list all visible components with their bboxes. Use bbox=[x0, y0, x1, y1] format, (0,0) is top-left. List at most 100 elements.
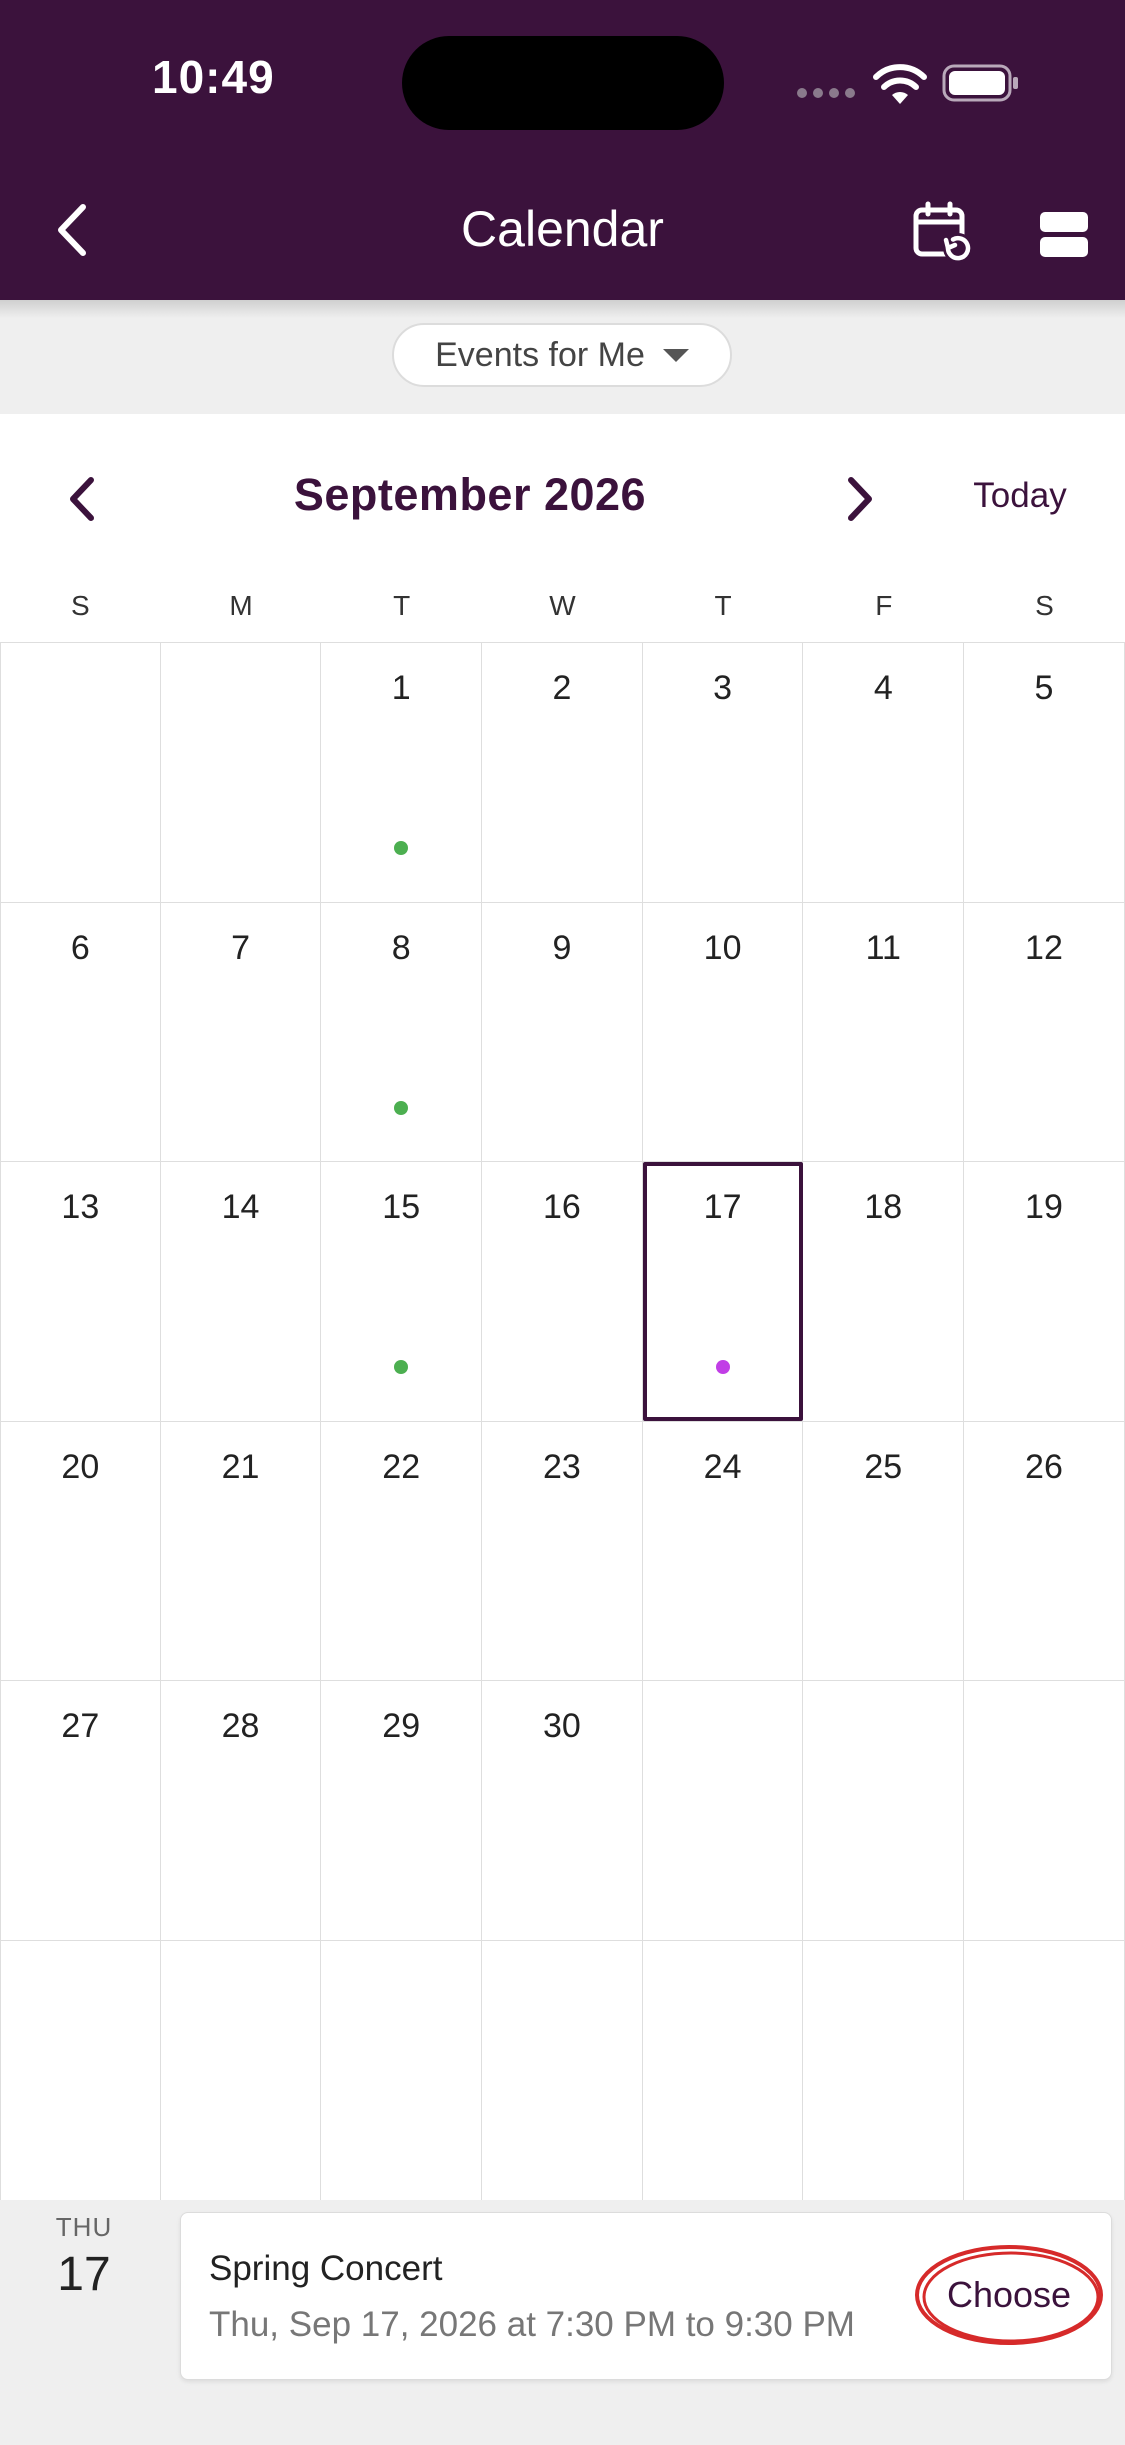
calendar-day-cell[interactable]: 24 bbox=[643, 1421, 804, 1681]
calendar-day-number: 6 bbox=[70, 928, 90, 967]
calendar-day-cell[interactable]: 17 bbox=[642, 1162, 804, 1421]
event-time: Thu, Sep 17, 2026 at 7:30 PM to 9:30 PM bbox=[209, 2305, 855, 2344]
calendar-empty-cell bbox=[161, 1940, 322, 2200]
calendar-week-row: 6 7 8 9 10 11 12 bbox=[0, 901, 1125, 1162]
chevron-right-icon bbox=[848, 477, 872, 521]
calendar-day-number: 13 bbox=[61, 1188, 100, 1227]
calendar-week-row: 20 21 22 23 24 25 26 bbox=[0, 1420, 1125, 1681]
calendar-empty-cell bbox=[0, 643, 161, 902]
calendar-day-number: 2 bbox=[552, 669, 572, 707]
chevron-left-icon bbox=[70, 477, 94, 521]
calendar-day-cell[interactable]: 13 bbox=[0, 1162, 161, 1421]
calendar-day-cell[interactable]: 4 bbox=[803, 643, 965, 902]
view-toggle-icon bbox=[1040, 212, 1088, 257]
weekday-label: S bbox=[1035, 590, 1054, 621]
events-filter-dropdown[interactable]: Events for Me bbox=[392, 323, 732, 387]
weekday-label: F bbox=[875, 590, 893, 621]
month-label: September 2026 bbox=[293, 469, 647, 520]
calendar-week-row: 27 28 29 30 bbox=[0, 1680, 1125, 1940]
calendar-empty-cell bbox=[161, 643, 322, 902]
calendar-day-number: 10 bbox=[703, 928, 742, 967]
calendar-day-cell[interactable]: 23 bbox=[482, 1421, 643, 1681]
calendar-day-cell[interactable]: 6 bbox=[0, 902, 161, 1162]
calendar-week-row: 1 2 3 4 5 bbox=[0, 642, 1125, 902]
calendar-day-cell[interactable]: 21 bbox=[161, 1421, 322, 1681]
calendar-day-cell[interactable]: 11 bbox=[803, 902, 965, 1162]
calendar-day-number: 8 bbox=[391, 928, 411, 967]
calendar-day-cell[interactable]: 12 bbox=[964, 902, 1125, 1162]
calendar-empty-cell bbox=[643, 1681, 804, 1940]
selected-day-label: THU 17 bbox=[34, 2212, 134, 2302]
calendar-day-number: 12 bbox=[1025, 928, 1063, 967]
calendar-empty-cell bbox=[0, 1940, 161, 2200]
weekday-label: S bbox=[71, 590, 90, 621]
event-dot-indicator bbox=[394, 1360, 409, 1375]
calendar-empty-cell bbox=[803, 1681, 965, 1940]
calendar-day-cell[interactable]: 15 bbox=[321, 1162, 483, 1421]
calendar-week-row bbox=[0, 1939, 1125, 2200]
calendar-day-cell[interactable]: 14 bbox=[161, 1162, 322, 1421]
calendar-day-cell[interactable]: 7 bbox=[161, 902, 322, 1162]
calendar-empty-cell bbox=[964, 1681, 1125, 1940]
calendar-day-number: 15 bbox=[382, 1188, 421, 1227]
caret-down-icon bbox=[662, 348, 689, 362]
calendar-day-number: 17 bbox=[703, 1188, 742, 1227]
calendar-day-cell[interactable]: 5 bbox=[964, 643, 1125, 902]
calendar-day-number: 22 bbox=[382, 1447, 421, 1486]
previous-month-button[interactable] bbox=[52, 464, 112, 534]
selected-day-number: 17 bbox=[57, 2248, 111, 2301]
calendar-day-cell[interactable]: 9 bbox=[482, 902, 643, 1162]
status-time: 10:49 bbox=[152, 51, 275, 103]
calendar-day-cell[interactable]: 8 bbox=[321, 902, 483, 1162]
event-card[interactable]: Spring Concert Thu, Sep 17, 2026 at 7:30… bbox=[180, 2212, 1112, 2380]
calendar-refresh-button[interactable] bbox=[912, 200, 978, 266]
view-toggle-button[interactable] bbox=[1036, 206, 1092, 262]
calendar-day-number: 16 bbox=[542, 1188, 581, 1227]
calendar-day-number: 18 bbox=[864, 1188, 903, 1227]
choose-button-label: Choose bbox=[946, 2274, 1072, 2315]
calendar-empty-cell bbox=[643, 1940, 804, 2200]
calendar-day-cell[interactable]: 27 bbox=[0, 1681, 161, 1940]
choose-button[interactable]: Choose bbox=[911, 2241, 1107, 2349]
calendar-day-cell[interactable]: 18 bbox=[803, 1162, 965, 1421]
calendar-day-number: 28 bbox=[221, 1707, 260, 1746]
calendar-day-cell[interactable]: 30 bbox=[482, 1681, 643, 1940]
selected-day-of-week: THU bbox=[55, 2212, 113, 2242]
calendar-day-number: 26 bbox=[1025, 1447, 1063, 1486]
calendar-day-cell[interactable]: 26 bbox=[964, 1421, 1125, 1681]
calendar-day-number: 5 bbox=[1034, 669, 1054, 707]
calendar-week-row: 13 14 15 16 17 18 19 bbox=[0, 1161, 1125, 1421]
calendar-day-cell[interactable]: 16 bbox=[482, 1162, 643, 1421]
calendar-empty-cell bbox=[482, 1940, 643, 2200]
calendar-day-cell[interactable]: 28 bbox=[161, 1681, 322, 1940]
weekday-label: T bbox=[714, 590, 732, 621]
calendar-day-cell[interactable]: 25 bbox=[803, 1421, 965, 1681]
calendar-day-number: 25 bbox=[864, 1447, 903, 1486]
calendar-day-number: 14 bbox=[221, 1188, 260, 1227]
calendar-refresh-icon bbox=[913, 201, 973, 263]
calendar-day-number: 9 bbox=[552, 928, 572, 967]
calendar-day-cell[interactable]: 1 bbox=[321, 643, 483, 902]
calendar-day-cell[interactable]: 3 bbox=[643, 643, 804, 902]
wifi-icon bbox=[873, 64, 927, 104]
calendar-day-number: 29 bbox=[382, 1707, 421, 1746]
calendar-panel: September 2026 Today S M T W T F S 12345… bbox=[0, 414, 1125, 2200]
calendar-day-number: 30 bbox=[542, 1707, 581, 1746]
calendar-day-number: 20 bbox=[61, 1447, 100, 1486]
calendar-day-cell[interactable]: 22 bbox=[321, 1421, 483, 1681]
calendar-day-cell[interactable]: 20 bbox=[0, 1421, 161, 1681]
calendar-day-cell[interactable]: 2 bbox=[482, 643, 643, 902]
weekday-header: S M T W T F S bbox=[0, 590, 1125, 644]
weekday-label: M bbox=[229, 590, 253, 621]
calendar-day-cell[interactable]: 29 bbox=[321, 1681, 483, 1940]
calendar-day-number: 4 bbox=[873, 669, 893, 707]
calendar-day-number: 1 bbox=[391, 669, 411, 707]
event-dot-indicator bbox=[394, 1100, 409, 1115]
today-button[interactable]: Today bbox=[940, 476, 1100, 516]
calendar-day-number: 3 bbox=[713, 669, 733, 707]
calendar-day-cell[interactable]: 10 bbox=[643, 902, 804, 1162]
calendar-day-cell[interactable]: 19 bbox=[964, 1162, 1125, 1421]
calendar-grid: 1 2 3 4 5 6 7 8 9 10 11 12 13 14 15 16 17 18 19 20 21 22 23 24 2… bbox=[0, 642, 1125, 2200]
calendar-day-number: 19 bbox=[1025, 1188, 1063, 1227]
next-month-button[interactable] bbox=[830, 464, 890, 534]
